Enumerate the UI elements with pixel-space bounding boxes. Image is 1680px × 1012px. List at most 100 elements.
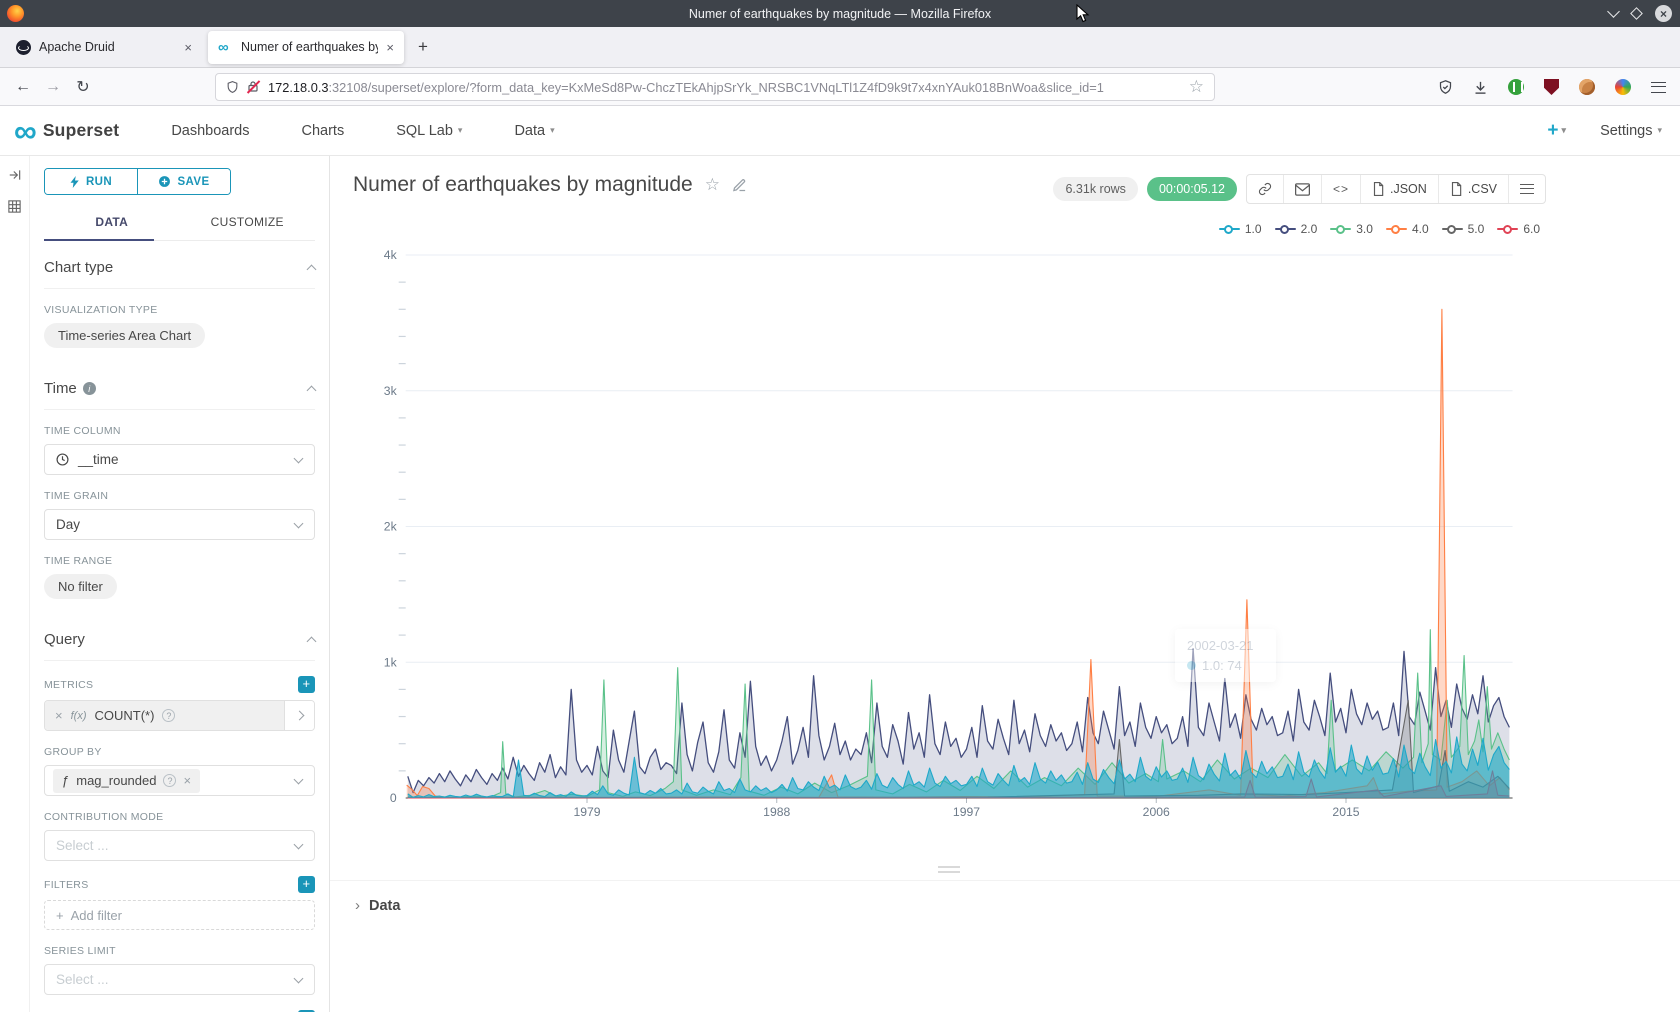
time-column-select[interactable]: __time [44,444,315,475]
window-maximize-icon[interactable] [1630,7,1643,20]
colorful-extension-icon[interactable] [1615,79,1631,95]
run-button[interactable]: RUN [45,169,137,194]
series-limit-select[interactable]: Select ... [44,964,315,995]
new-item-button[interactable]: +▾ [1547,120,1566,142]
shield-permissions-icon[interactable] [226,80,239,94]
back-button[interactable]: ← [8,78,38,96]
section-time[interactable]: Timei [44,362,315,410]
legend-item-2.0[interactable]: 2.0 [1275,222,1318,236]
time-column-label: TIME COLUMN [44,425,315,437]
timeseries-chart[interactable]: 01k2k3k4k19791988199720062015 2002-03-21… [330,240,1680,840]
section-query[interactable]: Query [44,613,315,661]
green-extension-icon[interactable] [1508,79,1524,95]
edit-pencil-icon[interactable] [732,178,747,193]
browser-tab-strip: Apache Druid × ∞ Numer of earthquakes by… [0,27,1680,68]
shield-check-extension-icon[interactable] [1438,79,1453,95]
metric-control[interactable]: × f(x) COUNT(*) ? [44,700,315,731]
add-filter-dropzone[interactable]: + Add filter [44,900,315,930]
export-json-button[interactable]: .JSON [1360,175,1438,203]
superset-brand[interactable]: ∞ Superset [14,118,119,144]
panel-tabs: DATA CUSTOMIZE [44,209,315,241]
browser-menu-icon[interactable] [1651,82,1666,93]
remove-metric-icon[interactable]: × [55,708,63,723]
nav-settings[interactable]: Settings▾ [1600,123,1662,139]
url-text[interactable]: 172.18.0.3:32108/superset/explore/?form_… [268,80,1181,95]
embed-code-button[interactable]: <> [1321,175,1360,203]
tooltip-date: 2002-03-21 [1187,638,1264,653]
window-minimize-icon[interactable] [1607,5,1620,18]
section-title: Chart type [44,259,113,276]
svg-text:1988: 1988 [763,805,790,819]
tab-data[interactable]: DATA [44,209,180,240]
legend-item-3.0[interactable]: 3.0 [1330,222,1373,236]
screen: Numer of earthquakes by magnitude — Mozi… [0,0,1680,1012]
time-grain-label: TIME GRAIN [44,490,315,502]
nav-data[interactable]: Data▾ [514,123,554,139]
timeseries-chart-svg[interactable]: 01k2k3k4k19791988199720062015 [330,240,1680,840]
legend-item-1.0[interactable]: 1.0 [1219,222,1262,236]
expand-panel-icon[interactable] [7,168,23,187]
legend-item-4.0[interactable]: 4.0 [1386,222,1429,236]
copy-link-button[interactable] [1247,175,1283,203]
add-metric-button[interactable]: + [298,676,315,693]
metric-expand[interactable] [284,701,314,730]
tab-close-icon[interactable]: × [386,40,394,55]
nav-sql-lab[interactable]: SQL Lab▾ [396,123,462,139]
viz-type-pill[interactable]: Time-series Area Chart [44,323,205,348]
save-button[interactable]: SAVE [137,169,230,194]
help-icon: ? [162,709,175,722]
panel-resize-handle[interactable] [938,866,960,873]
downloads-icon[interactable] [1473,80,1488,95]
svg-text:4k: 4k [384,248,398,262]
tab-label: Apache Druid [39,40,176,54]
new-tab-button[interactable]: + [418,37,428,57]
bookmark-star-icon[interactable]: ☆ [1189,77,1204,97]
remove-groupby-icon[interactable]: × [183,773,191,788]
favorite-star-icon[interactable]: ☆ [705,175,720,195]
metric-token[interactable]: × f(x) COUNT(*) ? [45,701,284,730]
cookie-extension-icon[interactable] [1579,79,1595,95]
insecure-lock-icon[interactable] [247,80,260,94]
filters-label: FILTERS + [44,876,315,893]
email-button[interactable] [1283,175,1321,203]
file-icon [1450,182,1462,196]
dataset-grid-icon[interactable] [7,199,23,219]
time-grain-select[interactable]: Day [44,509,315,540]
nav-dashboards[interactable]: Dashboards [171,123,249,139]
tab-earthquakes-active[interactable]: ∞ Numer of earthquakes by × [208,31,404,64]
info-icon: i [83,382,96,395]
contribution-select[interactable]: Select ... [44,830,315,861]
export-csv-button[interactable]: .CSV [1438,175,1508,203]
tab-apache-druid[interactable]: Apache Druid × [6,31,202,64]
legend-item-6.0[interactable]: 6.0 [1497,222,1540,236]
window-titlebar: Numer of earthquakes by magnitude — Mozi… [0,0,1680,27]
query-duration-badge: 00:00:05.12 [1147,177,1237,201]
data-panel-header[interactable]: › Data [330,880,1680,914]
tab-close-icon[interactable]: × [184,40,192,55]
nav-charts[interactable]: Charts [302,123,345,139]
svg-text:3k: 3k [384,384,398,398]
groupby-select[interactable]: ƒ mag_rounded ? × [44,765,315,796]
forward-button[interactable]: → [38,78,68,96]
legend-label: 2.0 [1301,222,1318,236]
plus-circle-icon [158,175,171,188]
window-close-icon[interactable]: × [1655,5,1672,22]
series-dot-icon [1187,661,1196,670]
add-filter-button[interactable]: + [298,876,315,893]
reload-button[interactable]: ↻ [68,77,98,97]
add-filter-text: Add filter [71,908,122,923]
chevron-down-icon [294,973,304,983]
section-title: Time [44,380,77,397]
run-label: RUN [86,176,112,188]
json-label: .JSON [1390,182,1427,196]
chart-menu-button[interactable] [1508,175,1545,203]
time-range-pill[interactable]: No filter [44,574,117,599]
groupby-token[interactable]: ƒ mag_rounded ? × [53,769,200,793]
url-bar[interactable]: 172.18.0.3:32108/superset/explore/?form_… [215,73,1215,101]
legend-item-5.0[interactable]: 5.0 [1442,222,1485,236]
bolt-icon [70,176,80,188]
tab-customize[interactable]: CUSTOMIZE [180,209,316,240]
ublock-extension-icon[interactable] [1544,79,1559,95]
section-chart-type[interactable]: Chart type [44,241,315,289]
chart-area: Numer of earthquakes by magnitude ☆ 6.31… [330,156,1680,1012]
